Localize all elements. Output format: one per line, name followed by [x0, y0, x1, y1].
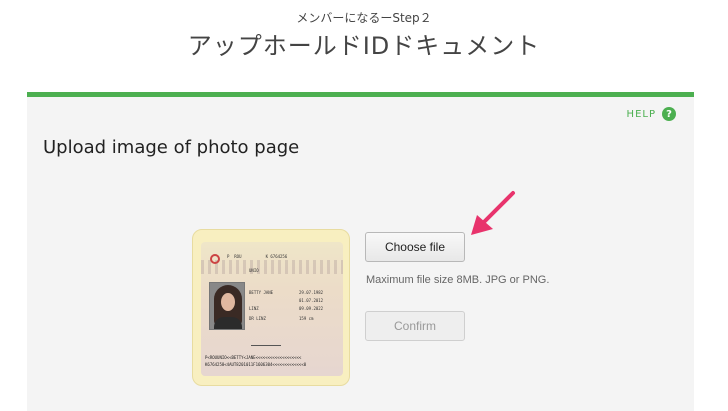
passport-portrait	[209, 282, 245, 330]
passport-mrz-line-1: P<ROUUNIO<<BETTY<JANE<<<<<<<<<<<<<<<<<<<	[205, 355, 302, 360]
passport-expiry: 09.09.2022	[299, 306, 324, 311]
passport-sample-image: P ROU K 6764256 UNIO BETTY JANE 29.07.19…	[192, 229, 350, 386]
question-circle-icon[interactable]: ?	[662, 107, 676, 121]
file-size-hint: Maximum file size 8MB. JPG or PNG.	[366, 274, 550, 286]
passport-dob: 29.07.1982	[299, 290, 324, 295]
help-link[interactable]: HELP ?	[627, 107, 676, 121]
step-indicator: メンバーになるーStep２	[296, 11, 432, 25]
passport-page: P ROU K 6764256 UNIO BETTY JANE 29.07.19…	[201, 242, 343, 376]
page-title: アップホールドIDドキュメント	[187, 32, 541, 60]
passport-place: LINZ	[249, 306, 259, 311]
help-label[interactable]: HELP	[627, 109, 656, 120]
passport-height: 159 cm	[299, 316, 314, 321]
passport-issue-date: 01.07.2012	[299, 298, 324, 303]
passport-emblem-icon	[210, 254, 220, 264]
passport-watermark-band	[201, 260, 343, 274]
passport-authority: DR LINZ	[249, 316, 266, 321]
passport-header-line: P ROU K 6764256	[227, 254, 288, 259]
passport-given-name: BETTY JANE	[249, 290, 274, 295]
passport-mrz-line-2: K6764258<4AUT8201011F1606304<<<<<<<<<<<<…	[205, 362, 307, 367]
choose-file-button[interactable]: Choose file	[365, 232, 465, 262]
passport-surname: UNIO	[249, 268, 259, 273]
passport-signature	[251, 336, 281, 346]
upload-title: Upload image of photo page	[43, 137, 300, 158]
upload-panel: HELP ? Upload image of photo page P ROU …	[27, 92, 694, 411]
confirm-button[interactable]: Confirm	[365, 311, 465, 341]
pointer-arrow-icon	[471, 191, 515, 235]
passport-mrz: P<ROUUNIO<<BETTY<JANE<<<<<<<<<<<<<<<<<<<…	[205, 354, 339, 368]
page-header: メンバーになるーStep２ アップホールドIDドキュメント	[0, 0, 728, 92]
